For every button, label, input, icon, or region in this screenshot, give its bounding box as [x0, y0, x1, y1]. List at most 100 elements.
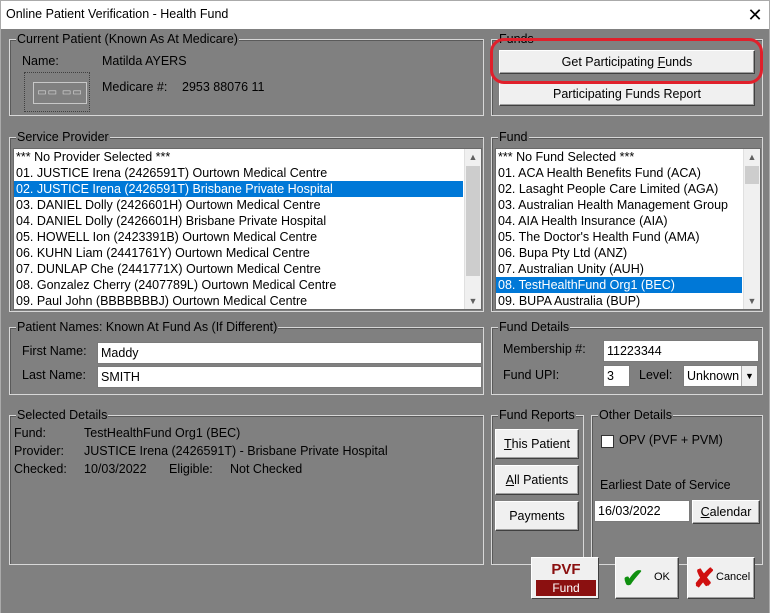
dialog-window: Online Patient Verification - Health Fun…	[0, 0, 770, 613]
scroll-down-icon[interactable]: ▼	[744, 293, 760, 309]
all-patients-accel: A	[505, 473, 515, 487]
ok-button[interactable]: ✔ OK	[615, 557, 679, 599]
fund-upi-field[interactable]: 3	[603, 365, 630, 387]
dialog-client-area: Current Patient (Known As At Medicare) N…	[1, 29, 769, 613]
list-item[interactable]: *** No Provider Selected ***	[14, 149, 481, 165]
list-item[interactable]: 08. Gonzalez Cherry (2407789L) Ourtown M…	[14, 277, 481, 293]
payments-button[interactable]: Payments	[495, 501, 579, 531]
fund-items: *** No Fund Selected *** 01. ACA Health …	[496, 149, 760, 309]
cross-icon: ✘	[693, 563, 715, 593]
participating-funds-report-button[interactable]: Participating Funds Report	[499, 82, 755, 106]
this-patient-accel: T	[503, 437, 512, 451]
fund-reports-legend: Fund Reports	[498, 407, 576, 423]
checkmark-icon: ✔	[622, 563, 644, 593]
list-item[interactable]: 01. ACA Health Benefits Fund (ACA)	[496, 165, 760, 181]
service-provider-legend: Service Provider	[16, 129, 110, 145]
pvf-fund-label: Fund	[536, 580, 596, 596]
fund-legend: Fund	[498, 129, 529, 145]
opv-checkbox[interactable]	[601, 435, 614, 448]
level-label: Level:	[639, 368, 673, 382]
earliest-date-label: Earliest Date of Service	[600, 478, 731, 492]
selected-provider-label: Provider:	[14, 444, 65, 458]
list-item[interactable]: 06. KUHN Liam (2441761Y) Ourtown Medical…	[14, 245, 481, 261]
list-item[interactable]: 01. JUSTICE Irena (2426591T) Ourtown Med…	[14, 165, 481, 181]
list-item[interactable]: 03. Australian Health Management Group	[496, 197, 760, 213]
this-patient-button[interactable]: This Patient	[495, 429, 579, 459]
other-details-legend: Other Details	[598, 407, 673, 423]
list-item[interactable]: 04. AIA Health Insurance (AIA)	[496, 213, 760, 229]
title-bar: Online Patient Verification - Health Fun…	[1, 1, 769, 29]
membership-label: Membership #:	[503, 342, 586, 356]
name-label: Name:	[22, 54, 59, 68]
patient-name-value: Matilda AYERS	[102, 54, 187, 68]
cancel-button[interactable]: ✘ Cancel	[687, 557, 755, 599]
first-name-field[interactable]: Maddy	[97, 342, 482, 364]
patient-names-group: Patient Names: Known At Fund As (If Diff…	[9, 319, 484, 395]
list-item[interactable]: 06. Bupa Pty Ltd (ANZ)	[496, 245, 760, 261]
selected-fund-value: TestHealthFund Org1 (BEC)	[84, 426, 241, 440]
selected-fund-label: Fund:	[14, 426, 46, 440]
checked-label: Checked:	[14, 462, 67, 476]
opv-label: OPV (PVF + PVM)	[619, 433, 723, 447]
list-item[interactable]: *** No Fund Selected ***	[496, 149, 760, 165]
pvf-fund-button[interactable]: PVF Fund	[531, 557, 599, 599]
scroll-up-icon[interactable]: ▲	[465, 149, 481, 165]
list-item[interactable]: 02. Lasaght People Care Limited (AGA)	[496, 181, 760, 197]
scroll-thumb[interactable]	[745, 166, 759, 184]
last-name-field[interactable]: SMITH	[97, 366, 482, 388]
this-patient-label: his Patient	[511, 437, 570, 451]
list-item[interactable]: 07. Australian Unity (AUH)	[496, 261, 760, 277]
ok-label: OK	[654, 571, 670, 583]
fund-details-legend: Fund Details	[498, 319, 571, 335]
service-provider-listbox[interactable]: *** No Provider Selected *** 01. JUSTICE…	[13, 148, 482, 310]
list-item[interactable]: 07. DUNLAP Che (2441771X) Ourtown Medica…	[14, 261, 481, 277]
scroll-up-icon[interactable]: ▲	[744, 149, 760, 165]
medicare-number-value: 2953 88076 11	[182, 80, 265, 94]
level-select[interactable]: Unknown ▼	[683, 365, 758, 387]
selected-provider-value: JUSTICE Irena (2426591T) - Brisbane Priv…	[84, 444, 388, 458]
list-item[interactable]: 04. DANIEL Dolly (2426601H) Brisbane Pri…	[14, 213, 481, 229]
list-item[interactable]: 09. BUPA Australia (BUP)	[496, 293, 760, 309]
service-provider-group: Service Provider *** No Provider Selecte…	[9, 129, 484, 312]
fund-details-group: Fund Details Membership #: 11223344 Fund…	[491, 319, 763, 395]
all-patients-button[interactable]: All Patients	[495, 465, 579, 495]
earliest-date-field[interactable]: 16/03/2022	[594, 500, 690, 522]
all-patients-label: ll Patients	[514, 473, 569, 487]
calendar-button[interactable]: Calendar	[692, 500, 760, 524]
other-details-group: Other Details OPV (PVF + PVM) Earliest D…	[591, 407, 763, 565]
level-select-value: Unknown	[687, 369, 740, 383]
fund-listbox[interactable]: *** No Fund Selected *** 01. ACA Health …	[495, 148, 761, 310]
last-name-label: Last Name:	[22, 368, 86, 382]
list-item[interactable]: 03. DANIEL Dolly (2426601H) Ourtown Medi…	[14, 197, 481, 213]
highlight-annotation	[490, 38, 763, 84]
fund-group: Fund *** No Fund Selected *** 01. ACA He…	[491, 129, 763, 312]
list-item-selected[interactable]: 02. JUSTICE Irena (2426591T) Brisbane Pr…	[14, 181, 463, 197]
membership-number-field[interactable]: 11223344	[603, 340, 759, 362]
patient-names-legend: Patient Names: Known At Fund As (If Diff…	[16, 319, 279, 335]
calendar-accel: C	[700, 505, 710, 519]
list-item[interactable]: 05. The Doctor's Health Fund (AMA)	[496, 229, 760, 245]
service-provider-items: *** No Provider Selected *** 01. JUSTICE…	[14, 149, 481, 309]
first-name-label: First Name:	[22, 344, 87, 358]
fund-scrollbar[interactable]: ▲ ▼	[743, 149, 760, 309]
calendar-label: alendar	[709, 505, 752, 519]
list-item[interactable]: 09. Paul John (BBBBBBBJ) Ourtown Medical…	[14, 293, 481, 309]
current-patient-group: Current Patient (Known As At Medicare) N…	[9, 31, 484, 116]
selected-details-legend: Selected Details	[16, 407, 109, 423]
window-title: Online Patient Verification - Health Fun…	[6, 7, 229, 21]
checked-date-value: 10/03/2022	[84, 462, 147, 476]
close-icon[interactable]: ✕	[743, 3, 767, 27]
fund-upi-label: Fund UPI:	[503, 368, 560, 382]
chevron-down-icon[interactable]: ▼	[741, 366, 757, 386]
medicare-label: Medicare #:	[102, 80, 168, 94]
fund-reports-group: Fund Reports This Patient All Patients P…	[491, 407, 584, 565]
scroll-thumb[interactable]	[466, 166, 480, 276]
scroll-down-icon[interactable]: ▼	[465, 293, 481, 309]
eligible-label: Eligible:	[169, 462, 213, 476]
provider-scrollbar[interactable]: ▲ ▼	[464, 149, 481, 309]
list-item-selected[interactable]: 08. TestHealthFund Org1 (BEC)	[496, 277, 742, 293]
eligible-status-value: Not Checked	[230, 462, 303, 476]
medicare-card-icon[interactable]: ▭▭ ▭▭	[24, 72, 90, 112]
card-glyph: ▭▭ ▭▭	[33, 82, 87, 104]
list-item[interactable]: 05. HOWELL Ion (2423391B) Ourtown Medica…	[14, 229, 481, 245]
